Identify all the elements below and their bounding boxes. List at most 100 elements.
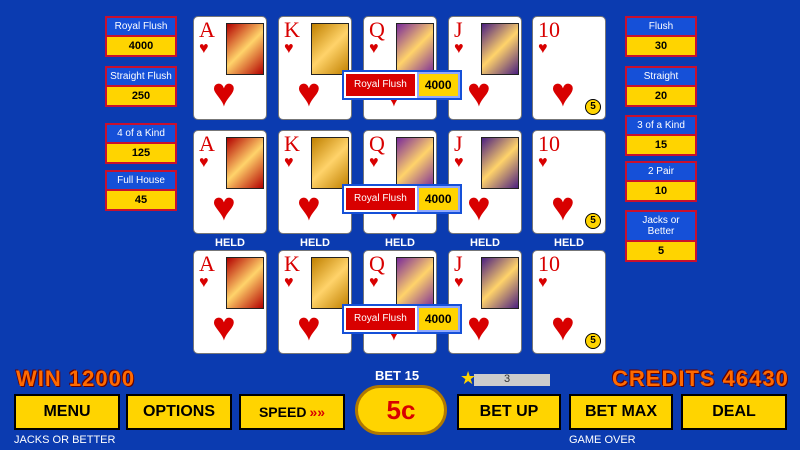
card-rank: 10	[538, 131, 560, 156]
win-banner-hand: Royal Flush	[344, 306, 417, 332]
heart-icon: ♥	[199, 40, 209, 57]
playing-card[interactable]: A ♥ ♥	[193, 16, 267, 120]
card-face-art-icon	[481, 137, 519, 189]
win-banner-hand: Royal Flush	[344, 186, 417, 212]
playing-card[interactable]: K ♥ ♥	[278, 16, 352, 120]
card-face-art-icon	[396, 257, 434, 309]
options-button[interactable]: OPTIONS	[126, 394, 232, 430]
held-label: HELD	[300, 237, 330, 249]
heart-icon: ♥	[467, 185, 491, 229]
card-rank: K	[284, 131, 300, 156]
heart-icon: ♥	[551, 185, 575, 229]
paytable-label: Royal Flush	[107, 18, 175, 37]
card-face-art-icon	[226, 257, 264, 309]
paytable-label: Jacks or Better	[627, 212, 695, 242]
heart-icon: ♥	[551, 305, 575, 349]
card-face-art-icon	[481, 23, 519, 75]
card-rank: 10	[538, 17, 560, 42]
paytable-label: Full House	[107, 172, 175, 191]
playing-card[interactable]: A ♥ ♥	[193, 130, 267, 234]
heart-icon: ♥	[467, 305, 491, 349]
playing-card[interactable]: Q♥♥	[363, 250, 437, 354]
win-banner: Royal Flush 4000	[342, 70, 462, 100]
heart-icon: ♥	[369, 40, 379, 57]
bet-up-button[interactable]: BET UP	[457, 394, 561, 430]
playing-card[interactable]: 10 ♥ ♥ 5	[532, 130, 606, 234]
paytable-straight-flush: Straight Flush 250	[105, 66, 177, 107]
star-meter: ★ 3	[460, 369, 550, 387]
playing-card[interactable]: 10 ♥ ♥ 5	[532, 16, 606, 120]
heart-icon: ♥	[467, 71, 491, 115]
paytable-three-of-a-kind: 3 of a Kind 15	[625, 115, 697, 156]
card-face-art-icon	[311, 137, 349, 189]
multiplier-badge: 5	[585, 333, 601, 349]
paytable-full-house: Full House 45	[105, 170, 177, 211]
win-banner-hand: Royal Flush	[344, 72, 417, 98]
paytable-value: 20	[627, 87, 695, 105]
heart-icon: ♥	[199, 274, 209, 291]
held-label: HELD	[385, 237, 415, 249]
card-face-art-icon	[311, 23, 349, 75]
heart-icon: ♥	[538, 154, 548, 171]
playing-card[interactable]: Q♥♥	[363, 16, 437, 120]
paytable-value: 30	[627, 37, 695, 55]
denomination-label: 5c	[386, 394, 416, 425]
paytable-value: 10	[627, 182, 695, 200]
playing-card[interactable]: K ♥ ♥	[278, 250, 352, 354]
win-banner-amount: 4000	[416, 72, 460, 98]
heart-icon: ♥	[551, 71, 575, 115]
heart-icon: ♥	[212, 185, 236, 229]
held-label: HELD	[554, 237, 584, 249]
held-label: HELD	[470, 237, 500, 249]
heart-icon: ♥	[297, 185, 321, 229]
paytable-value: 250	[107, 87, 175, 105]
deal-button[interactable]: DEAL	[681, 394, 787, 430]
paytable-value: 125	[107, 144, 175, 162]
paytable-label: 3 of a Kind	[627, 117, 695, 136]
multiplier-badge: 5	[585, 213, 601, 229]
bet-amount: BET 15	[375, 368, 420, 383]
bet-max-label: BET MAX	[585, 403, 657, 420]
card-rank: J	[454, 17, 463, 42]
playing-card[interactable]: 10 ♥ ♥ 5	[532, 250, 606, 354]
playing-card[interactable]: A ♥ ♥	[193, 250, 267, 354]
heart-icon: ♥	[454, 154, 464, 171]
paytable-label: Straight	[627, 68, 695, 87]
card-rank: A	[199, 251, 215, 276]
paytable-jacks-or-better: Jacks or Better 5	[625, 210, 697, 262]
speed-chevrons-icon: »»	[309, 404, 326, 420]
heart-icon: ♥	[297, 71, 321, 115]
card-rank: J	[454, 131, 463, 156]
playing-card[interactable]: J ♥ ♥	[448, 130, 522, 234]
heart-icon: ♥	[212, 305, 236, 349]
bet-max-button[interactable]: BET MAX	[569, 394, 673, 430]
card-rank: A	[199, 17, 215, 42]
held-label: HELD	[215, 237, 245, 249]
playing-card[interactable]: J ♥ ♥	[448, 250, 522, 354]
card-rank: Q	[369, 131, 385, 156]
paytable-label: Flush	[627, 18, 695, 37]
card-face-art-icon	[226, 23, 264, 75]
playing-card[interactable]: K ♥ ♥	[278, 130, 352, 234]
card-face-art-icon	[396, 137, 434, 189]
playing-card[interactable]: J ♥ ♥	[448, 16, 522, 120]
denomination-button[interactable]: 5c	[355, 385, 447, 435]
paytable-two-pair: 2 Pair 10	[625, 161, 697, 202]
paytable-royal-flush: Royal Flush 4000	[105, 16, 177, 57]
heart-icon: ♥	[454, 274, 464, 291]
win-amount: WIN 12000	[16, 366, 136, 391]
playing-card[interactable]: Q♥♥	[363, 130, 437, 234]
paytable-value: 45	[107, 191, 175, 209]
star-count: 3	[504, 373, 511, 385]
speed-button[interactable]: SPEED »»	[239, 394, 345, 430]
heart-icon: ♥	[284, 274, 294, 291]
options-button-label: OPTIONS	[142, 403, 215, 420]
heart-icon: ♥	[454, 40, 464, 57]
paytable-value: 5	[627, 242, 695, 260]
card-rank: Q	[369, 251, 385, 276]
menu-button[interactable]: MENU	[14, 394, 120, 430]
paytable-straight: Straight 20	[625, 66, 697, 107]
win-banner: Royal Flush 4000	[342, 184, 462, 214]
game-status: GAME OVER	[569, 434, 636, 446]
paytable-value: 4000	[107, 37, 175, 55]
